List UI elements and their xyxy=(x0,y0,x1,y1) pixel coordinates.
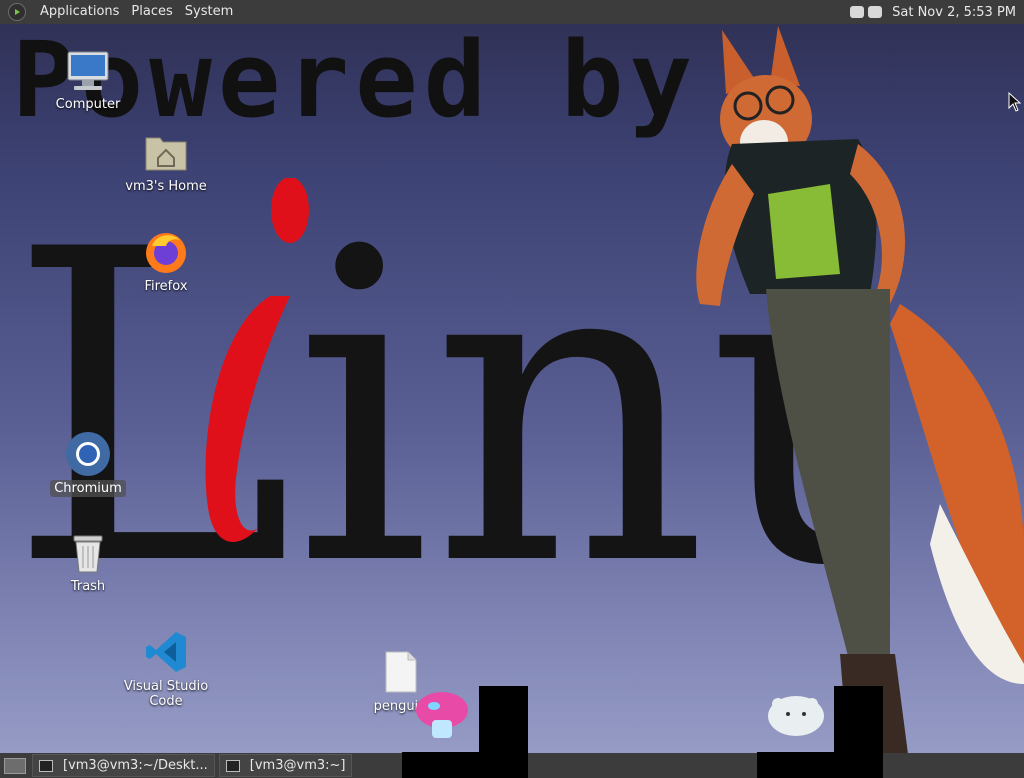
desktop-icon-label: Trash xyxy=(70,579,106,594)
linux-i-dot xyxy=(271,178,309,243)
desktop-icon-label: Chromium xyxy=(50,480,126,497)
desktop-icon-home[interactable]: vm3's Home xyxy=(111,128,221,195)
chromium-icon xyxy=(64,430,112,478)
menu-system[interactable]: System xyxy=(179,0,239,24)
desktop-icon-label: Computer xyxy=(55,97,121,112)
terminal-icon xyxy=(225,759,240,772)
desktop-icon-chromium[interactable]: Chromium xyxy=(33,430,143,497)
taskbar-item-label: [vm3@vm3:~/Deskt... xyxy=(63,758,208,773)
taskbar-item-terminal-desktop[interactable]: [vm3@vm3:~/Deskt... xyxy=(32,754,215,777)
black-block xyxy=(757,752,883,778)
home-folder-icon xyxy=(142,128,190,176)
computer-icon xyxy=(64,46,112,94)
desktop-icon-computer[interactable]: Computer xyxy=(33,46,143,113)
desktop-icon-label: Visual Studio Code xyxy=(123,679,209,709)
tray-app-icon[interactable] xyxy=(850,6,865,18)
top-panel: Applications Places System Sat Nov 2, 5:… xyxy=(0,0,1024,24)
firefox-icon xyxy=(142,228,190,276)
black-block xyxy=(402,752,528,778)
show-desktop-button[interactable] xyxy=(4,757,26,774)
fox-character-illustration xyxy=(696,26,1024,754)
distro-logo-icon[interactable] xyxy=(8,3,26,21)
desktop-icon-label: vm3's Home xyxy=(125,179,207,194)
bear-sticker-image xyxy=(768,696,824,736)
desktop-icon-firefox[interactable]: Firefox xyxy=(111,228,221,295)
mushroom-sticker-image xyxy=(416,692,468,738)
taskbar-item-label: [vm3@vm3:~] xyxy=(249,758,346,773)
terminal-icon xyxy=(39,759,53,772)
menu-places[interactable]: Places xyxy=(125,0,178,24)
top-panel-tray: Sat Nov 2, 5:53 PM xyxy=(850,5,1024,20)
vscode-icon xyxy=(142,628,190,676)
desktop-icon-vscode[interactable]: Visual Studio Code xyxy=(111,628,221,710)
trash-icon xyxy=(64,528,112,576)
tray-app-icon[interactable] xyxy=(868,6,883,18)
menu-applications[interactable]: Applications xyxy=(34,0,125,24)
desktop[interactable]: Powered by Linux xyxy=(0,0,1024,778)
taskbar-item-terminal-home[interactable]: [vm3@vm3:~] xyxy=(218,754,353,777)
mouse-cursor-icon xyxy=(1008,92,1022,112)
clock[interactable]: Sat Nov 2, 5:53 PM xyxy=(886,5,1016,20)
desktop-icon-label: Firefox xyxy=(144,279,188,294)
desktop-icon-trash[interactable]: Trash xyxy=(33,528,143,595)
